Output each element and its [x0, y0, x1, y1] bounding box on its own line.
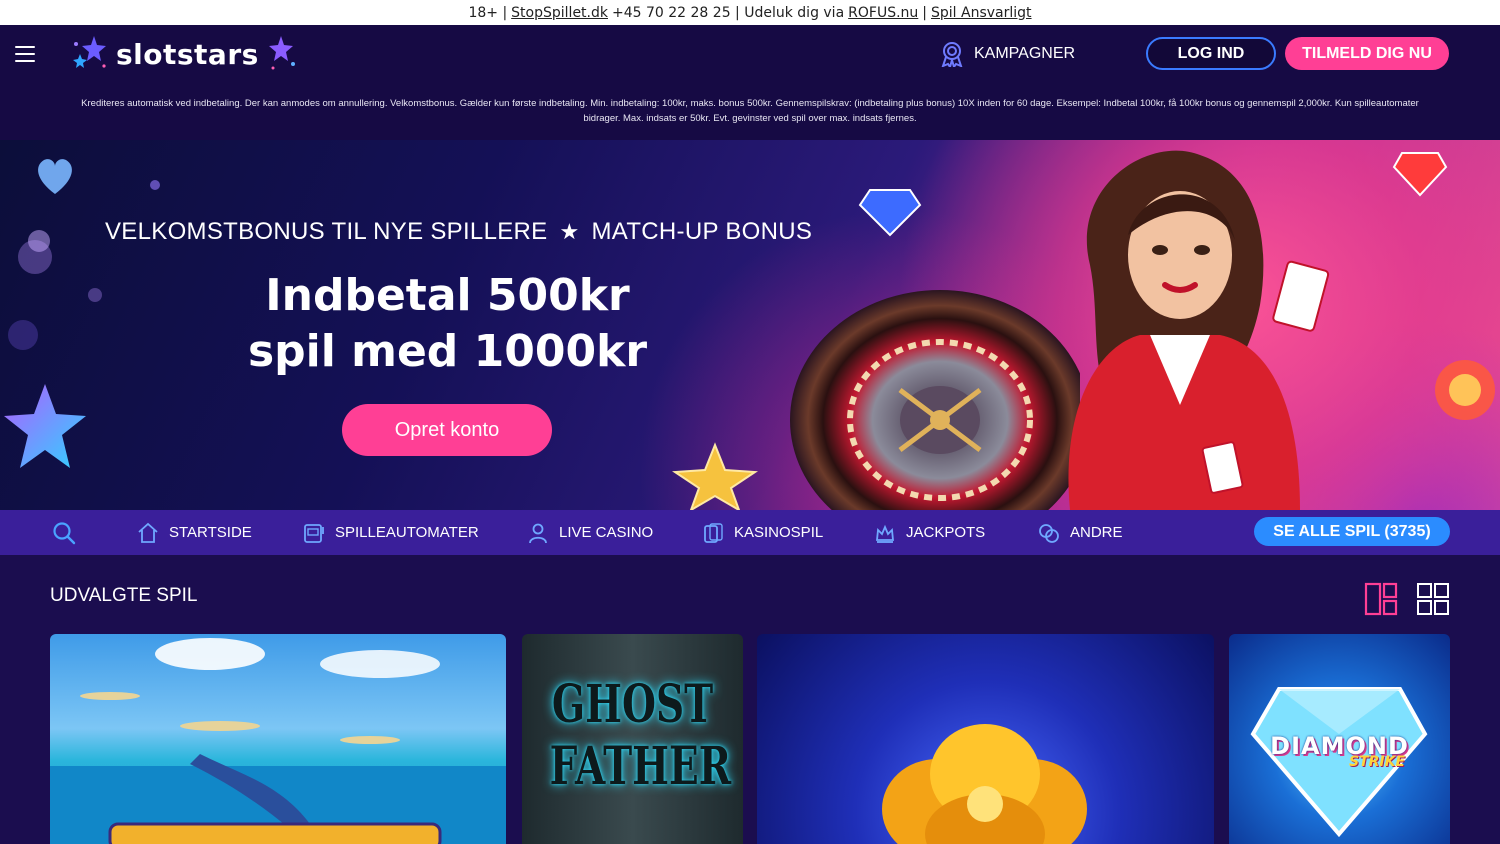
game-tile-diamond-strike[interactable]: DIAMOND STRIKE	[1229, 634, 1450, 844]
home-icon	[138, 522, 158, 543]
game-tile-golden-flower[interactable]	[757, 634, 1214, 844]
stopspillet-link[interactable]: StopSpillet.dk	[511, 5, 608, 21]
responsible-gaming-link[interactable]: Spil Ansvarligt	[931, 5, 1032, 21]
phone-text: +45 70 22 28 25 | Udeluk dig via	[612, 4, 845, 21]
rofus-link[interactable]: ROFUS.nu	[848, 5, 918, 21]
red-gem-icon	[1392, 152, 1448, 197]
login-button[interactable]: LOG IND	[1146, 37, 1276, 70]
category-nav: STARTSIDE SPILLEAUTOMATER LIVE CASINO KA…	[0, 510, 1500, 555]
nav-label: JACKPOTS	[906, 524, 986, 541]
separator: |	[922, 4, 928, 21]
hero-subtitle-left: VELKOMSTBONUS TIL NYE SPILLERE	[105, 218, 548, 245]
fire-orb-icon	[1435, 360, 1495, 420]
nav-spilleautomater[interactable]: SPILLEAUTOMATER	[303, 510, 479, 555]
game-tile-ghost-father[interactable]: GHOST FATHER	[522, 634, 743, 844]
father-text: FATHER	[549, 736, 732, 797]
dealer-woman-image	[1068, 150, 1330, 510]
hero-star-left-icon	[4, 384, 86, 468]
jackpot-icon	[876, 524, 894, 543]
slot-machine-icon	[304, 523, 324, 543]
responsible-gaming-bar: 18+ | StopSpillet.dk +45 70 22 28 25 | U…	[0, 0, 1500, 25]
diamond-text: DIAMOND	[1270, 732, 1409, 760]
chips-icon	[1039, 523, 1059, 543]
age-notice: 18+ |	[468, 4, 508, 21]
featured-layout-icon[interactable]	[1364, 582, 1398, 616]
golden-flower-image	[882, 724, 1087, 844]
nav-kasinospil[interactable]: KASINOSPIL	[702, 510, 823, 555]
nav-label: SPILLEAUTOMATER	[335, 524, 479, 541]
ghost-text: GHOST	[551, 674, 714, 735]
hero-banner: VELKOMSTBONUS TIL NYE SPILLERE ★ MATCH-U…	[0, 140, 1500, 510]
bonus-terms: Krediteres automatisk ved indbetaling. D…	[0, 83, 1500, 140]
campaigns-label: KAMPAGNER	[974, 45, 1076, 62]
fishing-scene-image	[50, 638, 506, 844]
create-account-button[interactable]: Opret konto	[342, 404, 552, 456]
nav-label: ANDRE	[1070, 524, 1123, 541]
blue-gem-icon	[858, 189, 922, 237]
nav-label: KASINOSPIL	[734, 524, 824, 541]
logo-star-right-icon	[268, 36, 295, 70]
strike-text: STRIKE	[1349, 754, 1406, 770]
search-icon[interactable]	[52, 521, 76, 545]
menu-icon[interactable]	[15, 46, 35, 62]
nav-live-casino[interactable]: LIVE CASINO	[527, 510, 653, 555]
gold-star-icon	[671, 442, 759, 510]
hero-subtitle: VELKOMSTBONUS TIL NYE SPILLERE ★ MATCH-U…	[105, 218, 812, 246]
hero-title-line2: spil med 1000kr	[247, 326, 648, 377]
see-all-games-button[interactable]: SE ALLE SPIL (3735)	[1254, 517, 1450, 546]
nav-andre[interactable]: ANDRE	[1038, 510, 1123, 555]
dealer-icon	[529, 523, 547, 543]
logo-text: slotstars	[116, 37, 259, 71]
campaigns-link[interactable]: KAMPAGNER	[940, 25, 1075, 83]
game-tile-fishing[interactable]	[50, 634, 506, 844]
logo-stars-icon	[73, 36, 106, 68]
view-toggles	[1364, 582, 1450, 616]
nav-jackpots[interactable]: JACKPOTS	[874, 510, 985, 555]
award-icon	[941, 42, 963, 67]
hero-subtitle-right: MATCH-UP BONUS	[591, 218, 813, 245]
nav-label: STARTSIDE	[169, 524, 252, 541]
cards-icon	[704, 522, 723, 543]
grid-layout-icon[interactable]	[1416, 582, 1450, 616]
section-title: UDVALGTE SPIL	[50, 585, 198, 606]
nav-startside[interactable]: STARTSIDE	[137, 510, 252, 555]
logo[interactable]: slotstars	[70, 34, 299, 74]
star-icon: ★	[559, 219, 580, 244]
nav-label: LIVE CASINO	[559, 524, 654, 541]
signup-button[interactable]: TILMELD DIG NU	[1285, 37, 1449, 70]
ghost-father-logo: GHOST FATHER	[549, 674, 732, 798]
hero-title-line1: Indbetal 500kr	[265, 270, 630, 321]
hero-heart-icon	[38, 159, 72, 194]
site-header: slotstars KAMPAGNER LOG IND TILMELD DIG …	[0, 25, 1500, 83]
